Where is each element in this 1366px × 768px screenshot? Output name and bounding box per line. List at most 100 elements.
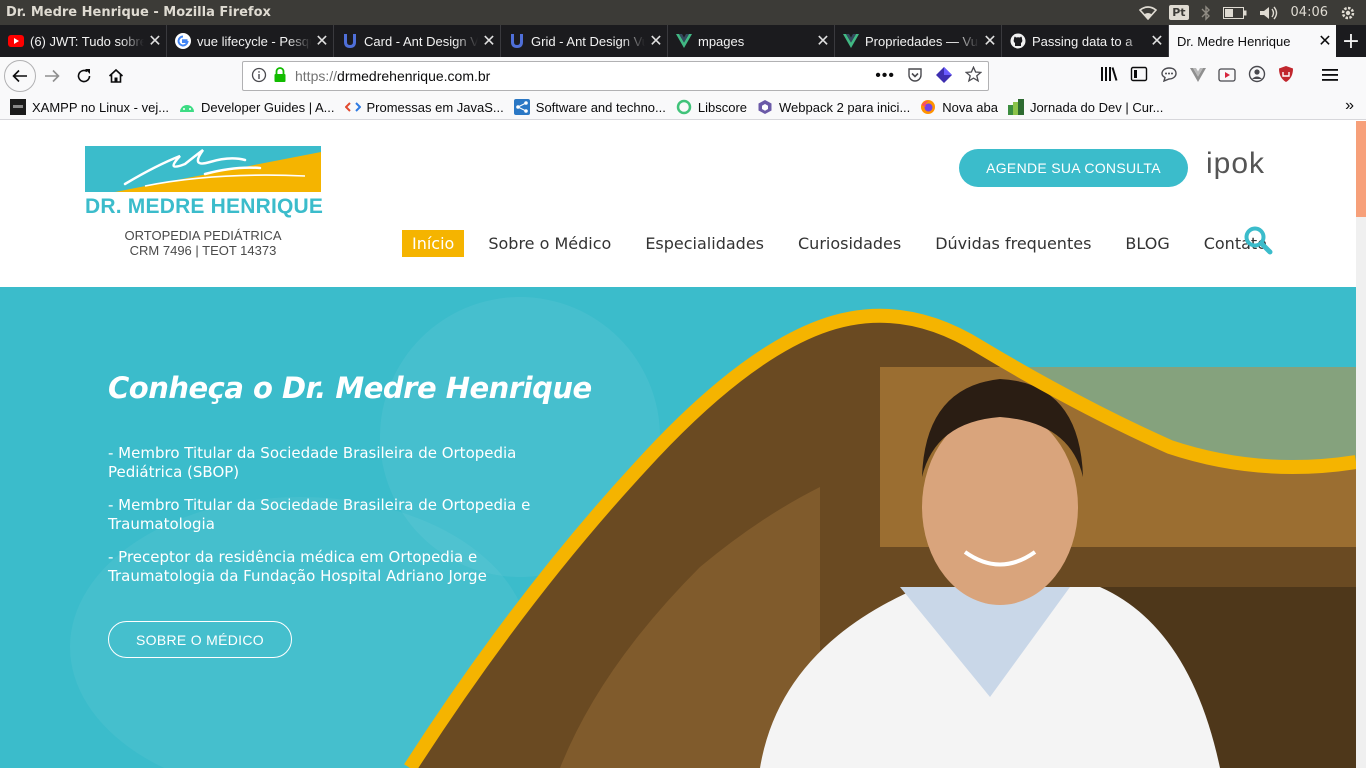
logo-subtitle: ORTOPEDIA PEDIÁTRICA CRM 7496 | TEOT 143…: [85, 228, 321, 258]
back-button[interactable]: [4, 60, 36, 92]
youtube-icon: [8, 33, 24, 49]
browser-tab[interactable]: (6) JWT: Tudo sobre ✕: [0, 25, 167, 57]
list-item: - Membro Titular da Sociedade Brasileira…: [108, 444, 517, 481]
tab-label: Grid - Ant Design Vue: [531, 33, 645, 49]
close-tab-icon[interactable]: ✕: [812, 31, 834, 51]
clock[interactable]: 04:06: [1291, 5, 1328, 20]
url-bar[interactable]: https://drmedrehenrique.com.br •••: [242, 61, 989, 91]
pocket-icon[interactable]: [907, 67, 923, 86]
ublock-shield-icon[interactable]: [1278, 65, 1294, 87]
bookmark-label: Libscore: [697, 99, 748, 115]
keyboard-layout-indicator[interactable]: Pt: [1169, 5, 1189, 20]
close-tab-icon[interactable]: ✕: [979, 31, 1001, 51]
menu-item-curiosidades[interactable]: Curiosidades: [798, 234, 901, 253]
vue-icon: [676, 33, 692, 49]
ipok-logo[interactable]: ipok: [1206, 147, 1265, 181]
bookmarks-overflow-icon[interactable]: »: [1345, 97, 1354, 115]
os-top-bar: Dr. Medre Henrique - Mozilla Firefox Pt …: [0, 0, 1366, 25]
arrow-left-icon: [12, 69, 27, 83]
bookmark-star-icon[interactable]: [964, 65, 983, 86]
wifi-icon[interactable]: [1139, 5, 1158, 20]
github-icon: [1010, 33, 1026, 49]
logo-name: DR. MEDRE HENRIQUE: [85, 195, 324, 218]
menu-item-especialidades[interactable]: Especialidades: [645, 234, 764, 253]
android-icon: [179, 99, 195, 115]
account-icon[interactable]: [1248, 65, 1266, 87]
tab-label: vue lifecycle - Pesquisa: [197, 33, 311, 49]
ant-design-icon: [342, 33, 358, 49]
home-button[interactable]: [100, 60, 132, 92]
extension-diamond-icon[interactable]: [935, 66, 953, 87]
lock-icon[interactable]: [273, 66, 287, 86]
close-tab-icon[interactable]: ✕: [478, 31, 500, 51]
bookmark-item[interactable]: Promessas em JavaS...: [344, 99, 504, 115]
tab-strip: (6) JWT: Tudo sobre ✕ vue lifecycle - Pe…: [0, 25, 1366, 57]
code-icon: [344, 99, 361, 115]
browser-tab[interactable]: Passing data to a ✕: [1002, 25, 1169, 57]
bookmark-item[interactable]: Webpack 2 para inici...: [757, 99, 910, 115]
system-tray: Pt 04:06: [1139, 0, 1366, 25]
settings-gear-icon[interactable]: [1340, 5, 1356, 21]
url-text[interactable]: https://drmedrehenrique.com.br: [295, 68, 490, 84]
chat-bubble-icon[interactable]: [1160, 66, 1178, 86]
new-tab-button[interactable]: +: [1336, 25, 1366, 57]
bookmark-item[interactable]: Software and techno...: [513, 99, 666, 115]
bookmark-label: Nova aba: [942, 99, 998, 115]
browser-tab-active[interactable]: Dr. Medre Henrique ✕: [1169, 25, 1336, 57]
menu-item-duvidas-frequentes[interactable]: Dúvidas frequentes: [935, 234, 1091, 253]
browser-tab[interactable]: Card - Ant Design Vue ✕: [334, 25, 501, 57]
bookmark-item[interactable]: Jornada do Dev | Cur...: [1007, 99, 1164, 115]
bookmark-item[interactable]: Libscore: [676, 99, 747, 115]
tab-label: Propriedades — Vue: [865, 33, 979, 49]
bookmark-item[interactable]: Developer Guides | A...: [179, 99, 335, 115]
menu-item-blog[interactable]: BLOG: [1125, 234, 1169, 253]
tab-label: mpages: [698, 33, 745, 49]
browser-tab[interactable]: Propriedades — Vue ✕: [835, 25, 1002, 57]
close-tab-icon[interactable]: ✕: [144, 31, 166, 51]
sidebar-icon[interactable]: [1130, 66, 1148, 86]
menu-item-inicio[interactable]: Início: [402, 230, 465, 257]
video-extension-icon[interactable]: [1218, 67, 1236, 86]
vue-devtools-icon[interactable]: [1190, 67, 1206, 86]
ipok-logo-text: ipok: [1206, 147, 1266, 180]
bookmark-label: Software and techno...: [535, 99, 666, 115]
about-doctor-button[interactable]: SOBRE O MÉDICO: [108, 621, 292, 658]
battery-icon[interactable]: [1222, 6, 1247, 19]
reload-button[interactable]: [68, 60, 100, 92]
bookmark-item[interactable]: XAMPP no Linux - vej...: [10, 99, 169, 115]
close-tab-icon[interactable]: ✕: [311, 31, 333, 51]
firefox-icon: [920, 99, 936, 115]
bluetooth-icon[interactable]: [1201, 4, 1211, 21]
bookmark-label: Webpack 2 para inici...: [779, 99, 911, 115]
browser-tab[interactable]: Grid - Ant Design Vue ✕: [501, 25, 668, 57]
home-icon: [108, 68, 124, 83]
bookmark-item[interactable]: Nova aba: [920, 99, 998, 115]
share-icon: [513, 99, 530, 115]
scrollbar-thumb[interactable]: [1356, 121, 1366, 217]
close-tab-icon[interactable]: ✕: [645, 31, 667, 51]
schedule-appointment-button[interactable]: AGENDE SUA CONSULTA: [959, 149, 1188, 187]
bookmark-label: Jornada do Dev | Cur...: [1029, 99, 1164, 115]
browser-tab[interactable]: mpages ✕: [668, 25, 835, 57]
page-scrollbar[interactable]: [1356, 121, 1366, 768]
hamburger-menu-icon[interactable]: [1322, 67, 1338, 86]
forward-button[interactable]: [36, 60, 68, 92]
bookmark-label: Promessas em JavaS...: [366, 99, 504, 115]
library-icon[interactable]: [1100, 66, 1118, 86]
list-item: - Preceptor da residência médica em Orto…: [108, 548, 487, 585]
bookmarks-bar: XAMPP no Linux - vej... Developer Guides…: [0, 95, 1366, 120]
search-icon[interactable]: [1243, 225, 1273, 255]
close-tab-icon[interactable]: ✕: [1146, 31, 1168, 51]
site-logo[interactable]: DR. MEDRE HENRIQUE ORTOPEDIA PEDIÁTRICA …: [85, 146, 324, 258]
close-tab-icon[interactable]: ✕: [1314, 31, 1336, 51]
nav-toolbar: https://drmedrehenrique.com.br •••: [0, 57, 1366, 95]
volume-icon[interactable]: [1259, 6, 1279, 20]
tab-label: Passing data to a: [1032, 33, 1133, 49]
jornada-icon: [1007, 99, 1024, 115]
browser-tab[interactable]: vue lifecycle - Pesquisa ✕: [167, 25, 334, 57]
logo-signature-banner: [85, 146, 321, 192]
menu-item-sobre-o-medico[interactable]: Sobre o Médico: [488, 234, 611, 253]
info-icon[interactable]: [251, 67, 267, 86]
xampp-icon: [10, 99, 26, 115]
page-actions-icon[interactable]: •••: [875, 67, 895, 85]
